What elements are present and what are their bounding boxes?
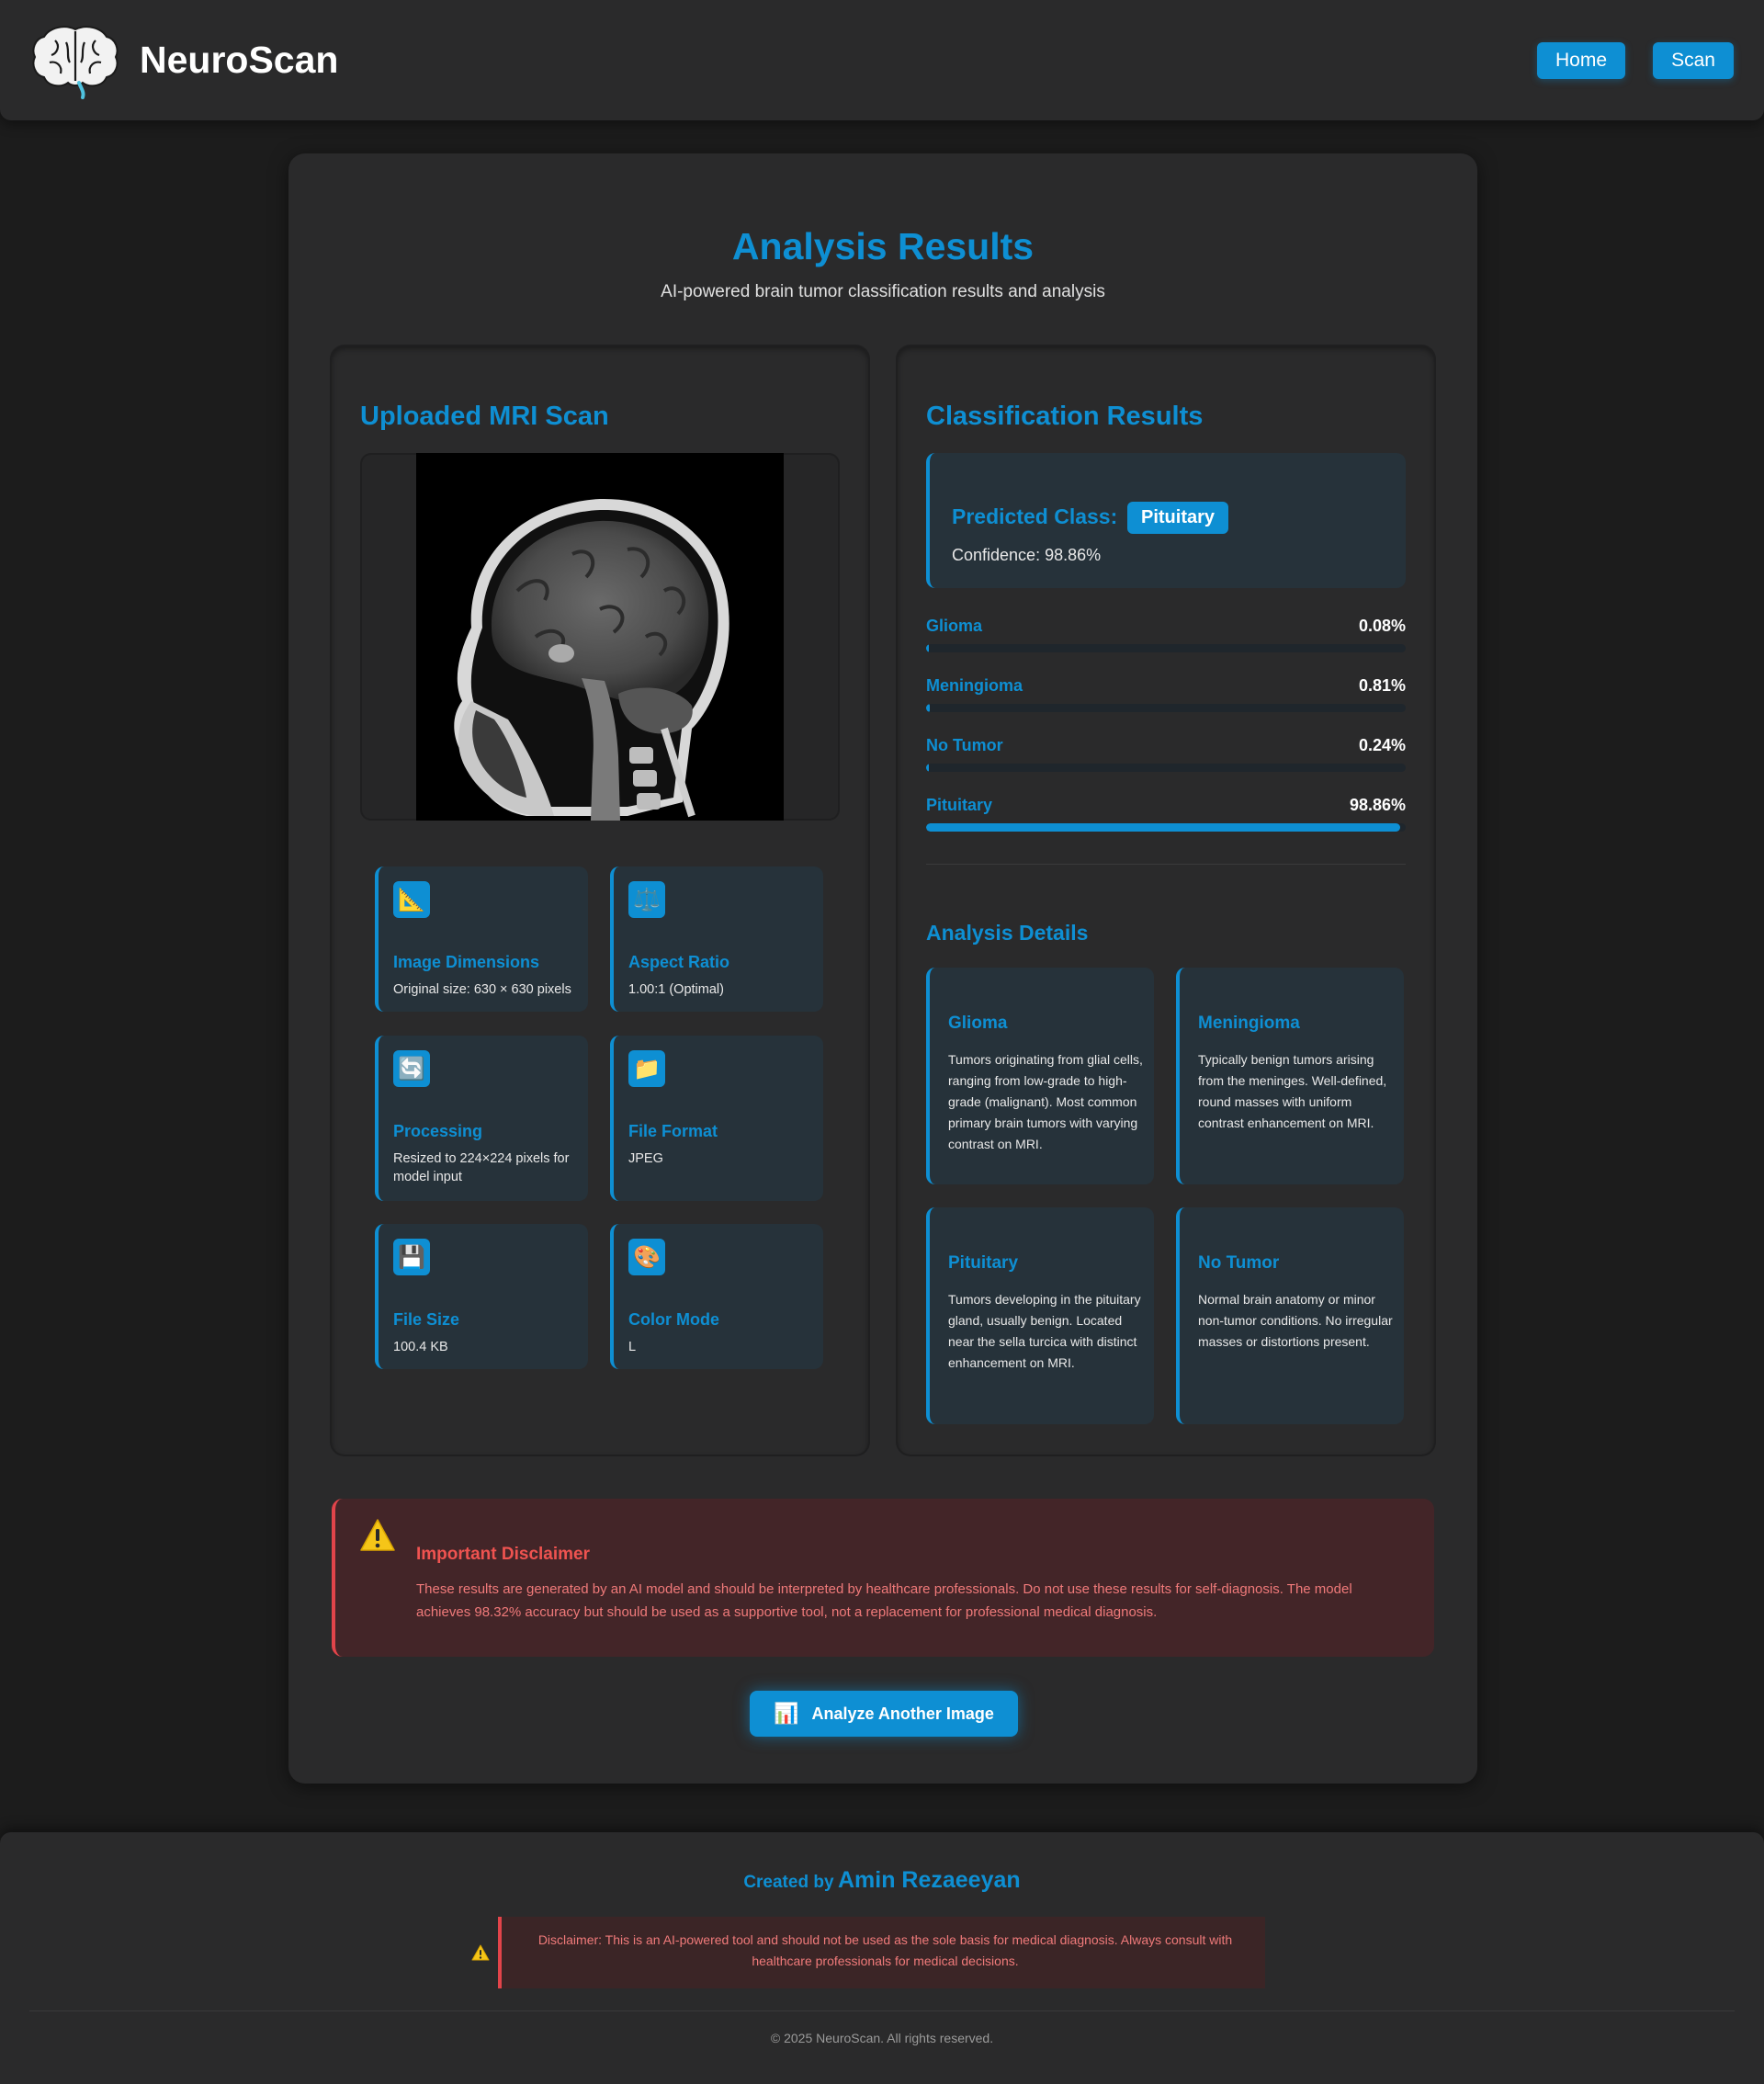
prob-value-glioma: 0.08% <box>1358 617 1406 635</box>
classification-panel: Classification Results Predicted Class: … <box>898 346 1434 1455</box>
prob-bar-fill <box>926 704 931 712</box>
prob-bar-fill <box>926 764 929 772</box>
info-card-image-dimensions: 📐 Image Dimensions Original size: 630 × … <box>375 866 588 1012</box>
footer-disclaimer-text: Disclaimer: This is an AI-powered tool a… <box>537 1932 1233 1968</box>
top-navbar: NeuroScan Home Scan <box>0 0 1764 120</box>
info-card-color-mode: 🎨 Color Mode L <box>610 1224 823 1369</box>
info-card-text: 1.00:1 (Optimal) <box>628 982 724 997</box>
detail-card-title: Meningioma <box>1198 1014 1300 1033</box>
info-card-processing: 🔄 Processing Resized to 224×224 pixels f… <box>375 1036 588 1201</box>
info-card-text: JPEG <box>628 1151 663 1166</box>
info-card-title: Color Mode <box>628 1310 719 1329</box>
disclaimer-title: Important Disclaimer <box>416 1545 590 1564</box>
prob-value-meningioma: 0.81% <box>1358 676 1406 695</box>
info-card-text: L <box>628 1340 637 1354</box>
prob-bar-glioma <box>926 644 1406 652</box>
info-card-title: File Size <box>393 1310 460 1329</box>
prob-name-no-tumor: No Tumor <box>926 736 1003 754</box>
analyze-another-label: Analyze Another Image <box>811 1704 994 1723</box>
scales-icon: ⚖️ <box>628 881 665 918</box>
classification-title: Classification Results <box>926 402 1204 431</box>
prob-name-glioma: Glioma <box>926 617 983 635</box>
detail-card-pituitary: Pituitary Tumors developing in the pitui… <box>926 1207 1154 1424</box>
floppy-disk-icon: 💾 <box>393 1239 430 1275</box>
confidence-text: Confidence: 98.86% <box>952 546 1102 564</box>
detail-card-text: Normal brain anatomy or minor non-tumor … <box>1198 1292 1393 1349</box>
detail-card-title: Pituitary <box>948 1253 1019 1273</box>
detail-card-title: No Tumor <box>1198 1253 1280 1273</box>
section-divider <box>926 864 1406 865</box>
results-container: Analysis Results AI-powered brain tumor … <box>288 153 1477 1784</box>
refresh-icon: 🔄 <box>393 1050 430 1087</box>
palette-icon: 🎨 <box>628 1239 665 1275</box>
detail-card-text: Typically benign tumors arising from the… <box>1198 1052 1387 1130</box>
info-card-title: Processing <box>393 1122 483 1140</box>
analysis-details-title: Analysis Details <box>926 921 1089 945</box>
prob-name-meningioma: Meningioma <box>926 676 1023 695</box>
uploaded-scan-panel: Uploaded MRI Scan 📐 Image Dimensions Ori… <box>332 346 868 1455</box>
info-card-text: Resized to 224×224 pixels for model inpu… <box>393 1151 570 1184</box>
triangle-ruler-icon: 📐 <box>393 881 430 918</box>
info-card-text: 100.4 KB <box>393 1340 448 1354</box>
created-by-label: Created by <box>743 1873 834 1892</box>
disclaimer-text: These results are generated by an AI mod… <box>416 1581 1352 1620</box>
info-card-title: File Format <box>628 1122 718 1140</box>
detail-card-no-tumor: No Tumor Normal brain anatomy or minor n… <box>1176 1207 1404 1424</box>
copyright-text: © 2025 NeuroScan. All rights reserved. <box>770 2031 994 2045</box>
footer-disclaimer: Disclaimer: This is an AI-powered tool a… <box>498 1917 1265 1988</box>
prob-value-pituitary: 98.86% <box>1349 796 1406 814</box>
predicted-class-label: Predicted Class: <box>952 504 1118 528</box>
detail-card-title: Glioma <box>948 1014 1008 1033</box>
info-card-title: Aspect Ratio <box>628 953 730 971</box>
prob-bar-pituitary <box>926 823 1406 832</box>
scan-image-frame <box>360 453 840 821</box>
warning-icon <box>360 1519 395 1551</box>
predicted-class-badge: Pituitary <box>1127 502 1228 534</box>
brand-name[interactable]: NeuroScan <box>140 39 338 82</box>
prob-value-no-tumor: 0.24% <box>1358 736 1406 754</box>
detail-card-text: Tumors developing in the pituitary gland… <box>948 1292 1141 1370</box>
analyze-another-button[interactable]: 📊 Analyze Another Image <box>750 1691 1018 1737</box>
prob-bar-meningioma <box>926 704 1406 712</box>
uploaded-scan-title: Uploaded MRI Scan <box>360 402 609 431</box>
info-card-file-format: 📁 File Format JPEG <box>610 1036 823 1201</box>
prob-bar-fill <box>926 823 1401 832</box>
footer-credit: Created by Amin Rezaeeyan <box>0 1867 1764 1894</box>
footer-divider <box>29 2010 1735 2011</box>
page-subtitle: AI-powered brain tumor classification re… <box>661 282 1105 301</box>
author-name[interactable]: Amin Rezaeeyan <box>838 1867 1021 1893</box>
nav-home-button[interactable]: Home <box>1537 42 1625 79</box>
prediction-box: Predicted Class: Pituitary Confidence: 9… <box>926 453 1406 588</box>
nav-scan-button[interactable]: Scan <box>1653 42 1734 79</box>
detail-card-meningioma: Meningioma Typically benign tumors arisi… <box>1176 968 1404 1184</box>
folder-icon: 📁 <box>628 1050 665 1087</box>
footer: Created by Amin Rezaeeyan Disclaimer: Th… <box>0 1832 1764 2084</box>
prob-name-pituitary: Pituitary <box>926 796 993 814</box>
important-disclaimer: Important Disclaimer These results are g… <box>332 1499 1434 1657</box>
info-card-aspect-ratio: ⚖️ Aspect Ratio 1.00:1 (Optimal) <box>610 866 823 1012</box>
prob-bar-fill <box>926 644 929 652</box>
brain-logo-icon <box>32 26 119 99</box>
warning-icon <box>471 1944 490 1961</box>
prob-bar-no-tumor <box>926 764 1406 772</box>
info-card-text: Original size: 630 × 630 pixels <box>393 982 571 997</box>
mri-scan-image <box>416 453 784 821</box>
bar-chart-icon: 📊 <box>774 1702 799 1725</box>
detail-card-text: Tumors originating from glial cells, ran… <box>948 1052 1143 1151</box>
detail-card-glioma: Glioma Tumors originating from glial cel… <box>926 968 1154 1184</box>
info-card-title: Image Dimensions <box>393 953 540 971</box>
page-title: Analysis Results <box>731 225 1035 267</box>
info-card-file-size: 💾 File Size 100.4 KB <box>375 1224 588 1369</box>
